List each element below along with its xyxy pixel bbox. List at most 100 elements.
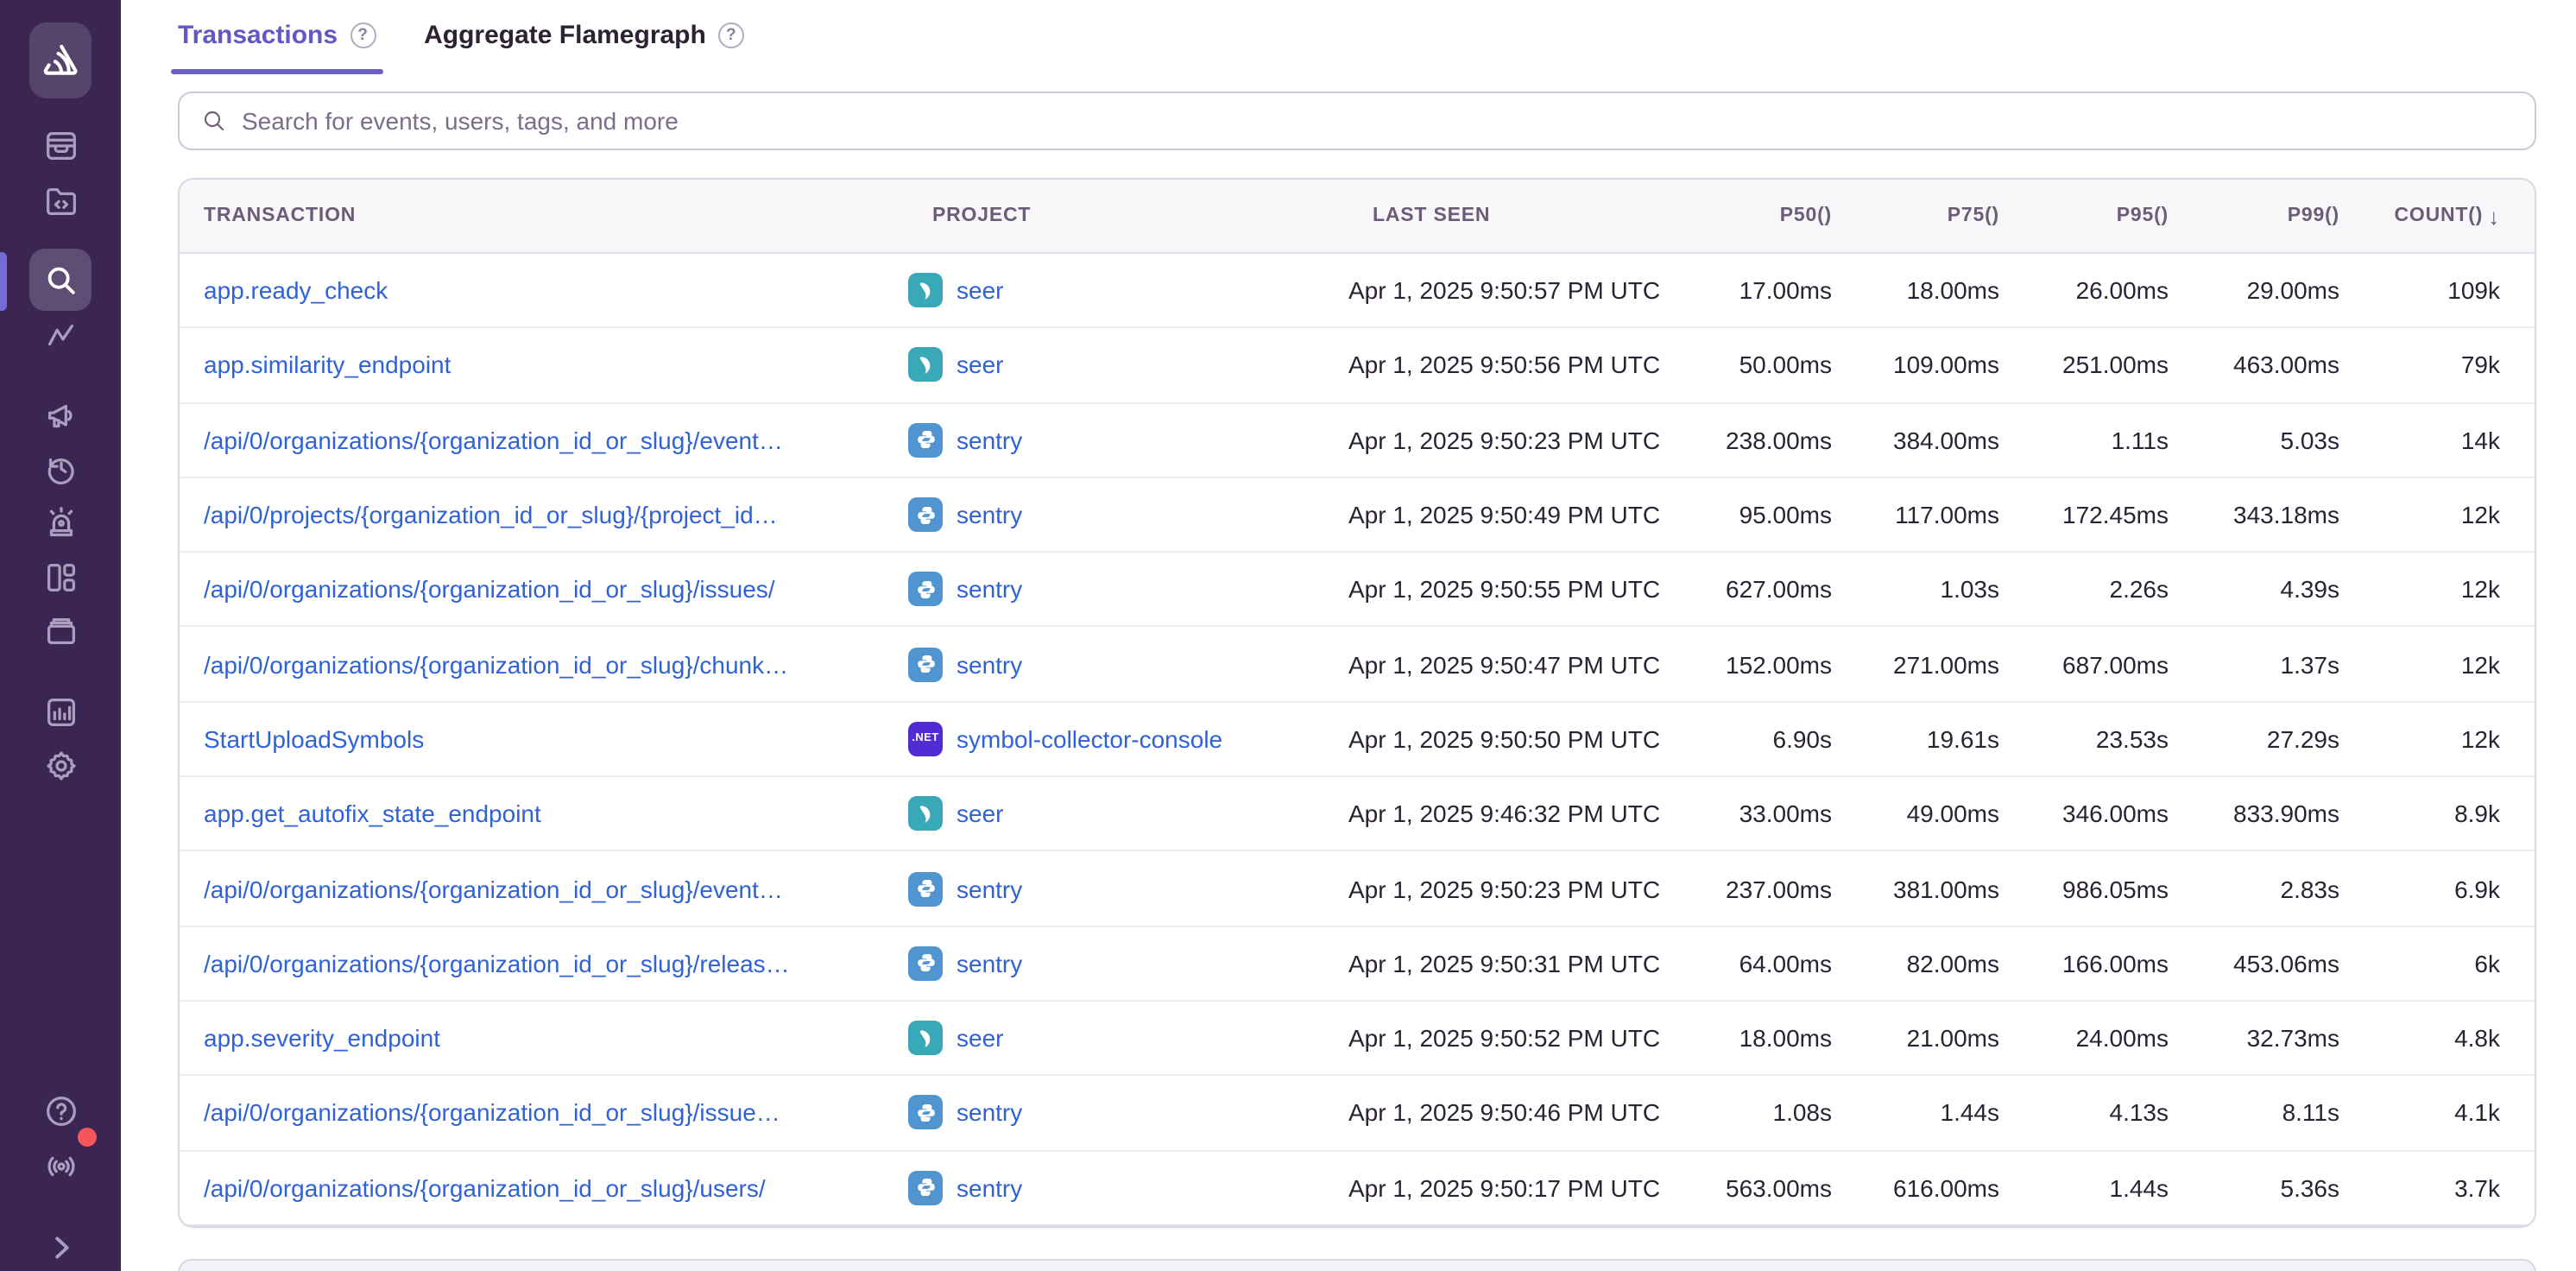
p99-value: 833.90ms — [2169, 800, 2339, 827]
table-row: /api/0/organizations/{organization_id_or… — [180, 1077, 2535, 1152]
tab-transactions-help-icon[interactable]: ? — [350, 22, 376, 48]
project-link[interactable]: sentry — [957, 950, 1022, 977]
tab-aggregate-flamegraph[interactable]: Aggregate Flamegraph ? — [424, 21, 744, 74]
project-cell: .NET sentry — [908, 1170, 1348, 1205]
last-seen-value: Apr 1, 2025 9:50:46 PM UTC — [1348, 1099, 1676, 1127]
p95-value: 346.00ms — [1999, 800, 2169, 827]
sidebar-item-issues[interactable] — [0, 116, 121, 174]
p95-value: 24.00ms — [1999, 1024, 2169, 1052]
transaction-link[interactable]: app.ready_check — [180, 276, 908, 304]
sidebar-item-alerts[interactable] — [0, 494, 121, 553]
tab-transactions-label: Transactions — [178, 21, 338, 50]
p75-value: 21.00ms — [1832, 1024, 1999, 1052]
p50-value: 152.00ms — [1676, 650, 1832, 678]
sentry-logo[interactable] — [29, 22, 92, 98]
p99-value: 29.00ms — [2169, 276, 2339, 304]
table-row: /api/0/organizations/{organization_id_or… — [180, 553, 2535, 628]
project-link[interactable]: seer — [957, 1024, 1003, 1052]
sidebar-item-whats-new[interactable] — [0, 1135, 121, 1193]
project-link[interactable]: sentry — [957, 650, 1022, 678]
transaction-link[interactable]: /api/0/organizations/{organization_id_or… — [180, 426, 908, 453]
col-header-p99[interactable]: P99() — [2169, 206, 2339, 226]
transaction-link[interactable]: StartUploadSymbols — [180, 725, 908, 753]
sidebar-item-releases[interactable] — [0, 601, 121, 660]
p75-value: 49.00ms — [1832, 800, 1999, 827]
project-link[interactable]: sentry — [957, 576, 1022, 604]
project-cell: .NET seer — [908, 796, 1348, 831]
main-content: Transactions ? Aggregate Flamegraph ? TR… — [121, 0, 2576, 1271]
sidebar-item-replays[interactable] — [0, 439, 121, 497]
history-clock-icon — [41, 448, 80, 488]
col-header-count[interactable]: COUNT() ↓ — [2339, 203, 2535, 229]
last-seen-value: Apr 1, 2025 9:50:23 PM UTC — [1348, 875, 1676, 902]
project-link[interactable]: sentry — [957, 1099, 1022, 1127]
project-link[interactable]: sentry — [957, 1173, 1022, 1201]
p95-value: 23.53s — [1999, 725, 2169, 753]
p99-value: 4.39s — [2169, 576, 2339, 604]
python-platform-icon — [908, 1096, 943, 1130]
tab-transactions[interactable]: Transactions ? — [178, 21, 376, 74]
count-value: 79k — [2339, 351, 2535, 379]
sidebar-item-feedback[interactable] — [0, 385, 121, 444]
transaction-link[interactable]: app.similarity_endpoint — [180, 351, 908, 379]
sidebar-item-dashboards[interactable] — [0, 547, 121, 606]
last-seen-value: Apr 1, 2025 9:50:50 PM UTC — [1348, 725, 1676, 753]
python-platform-icon — [908, 647, 943, 681]
app-root: Transactions ? Aggregate Flamegraph ? TR… — [0, 0, 2576, 1271]
transaction-link[interactable]: app.severity_endpoint — [180, 1024, 908, 1052]
sidebar-item-stats[interactable] — [0, 682, 121, 741]
project-link[interactable]: seer — [957, 800, 1003, 827]
search-bar[interactable] — [178, 92, 2536, 150]
tab-aggregate-flamegraph-help-icon[interactable]: ? — [718, 22, 744, 48]
col-header-p75[interactable]: P75() — [1832, 206, 1999, 226]
python-platform-icon — [908, 1170, 943, 1205]
transaction-link[interactable]: /api/0/organizations/{organization_id_or… — [180, 1099, 908, 1127]
bar-chart-icon — [41, 692, 80, 731]
p50-value: 237.00ms — [1676, 875, 1832, 902]
sort-desc-icon: ↓ — [2488, 203, 2500, 229]
project-cell: .NET sentry — [908, 946, 1348, 981]
transaction-link[interactable]: /api/0/organizations/{organization_id_or… — [180, 950, 908, 977]
transaction-link[interactable]: /api/0/organizations/{organization_id_or… — [180, 650, 908, 678]
transaction-link[interactable]: /api/0/projects/{organization_id_or_slug… — [180, 501, 908, 528]
p95-value: 986.05ms — [1999, 875, 2169, 902]
transaction-link[interactable]: app.get_autofix_state_endpoint — [180, 800, 908, 827]
count-value: 14k — [2339, 426, 2535, 453]
search-icon — [41, 260, 80, 300]
p95-value: 687.00ms — [1999, 650, 2169, 678]
sidebar-item-projects[interactable] — [0, 171, 121, 230]
transaction-link[interactable]: /api/0/organizations/{organization_id_or… — [180, 1173, 908, 1201]
table-row: /api/0/organizations/{organization_id_or… — [180, 926, 2535, 1002]
project-cell: .NET sentry — [908, 1096, 1348, 1130]
col-header-p50[interactable]: P50() — [1676, 206, 1832, 226]
sidebar-item-explore[interactable] — [0, 249, 121, 311]
project-link[interactable]: sentry — [957, 426, 1022, 453]
sidebar-item-traces[interactable] — [0, 306, 121, 364]
p75-value: 19.61s — [1832, 725, 1999, 753]
col-header-p95[interactable]: P95() — [1999, 206, 2169, 226]
col-header-transaction[interactable]: TRANSACTION — [180, 206, 908, 226]
help-circle-icon — [41, 1091, 80, 1130]
project-link[interactable]: symbol-collector-console — [957, 725, 1222, 753]
p50-value: 33.00ms — [1676, 800, 1832, 827]
p99-value: 8.11s — [2169, 1099, 2339, 1127]
sidebar-item-help[interactable] — [0, 1081, 121, 1140]
p75-value: 1.44s — [1832, 1099, 1999, 1127]
table-header-row: TRANSACTION PROJECT LAST SEEN P50() P75(… — [180, 180, 2535, 254]
transaction-link[interactable]: /api/0/organizations/{organization_id_or… — [180, 576, 908, 604]
project-link[interactable]: seer — [957, 276, 1003, 304]
sidebar-item-settings[interactable] — [0, 736, 121, 794]
p95-value: 251.00ms — [1999, 351, 2169, 379]
project-link[interactable]: sentry — [957, 875, 1022, 902]
search-input[interactable] — [242, 107, 2514, 135]
transaction-link[interactable]: /api/0/organizations/{organization_id_or… — [180, 875, 908, 902]
col-header-last-seen[interactable]: LAST SEEN — [1348, 206, 1676, 226]
project-cell: .NET sentry — [908, 497, 1348, 532]
last-seen-value: Apr 1, 2025 9:50:56 PM UTC — [1348, 351, 1676, 379]
last-seen-value: Apr 1, 2025 9:50:47 PM UTC — [1348, 650, 1676, 678]
project-link[interactable]: seer — [957, 351, 1003, 379]
p75-value: 616.00ms — [1832, 1173, 1999, 1201]
col-header-project[interactable]: PROJECT — [908, 206, 1348, 226]
sidebar-collapse-button[interactable] — [0, 1217, 121, 1271]
project-link[interactable]: sentry — [957, 501, 1022, 528]
